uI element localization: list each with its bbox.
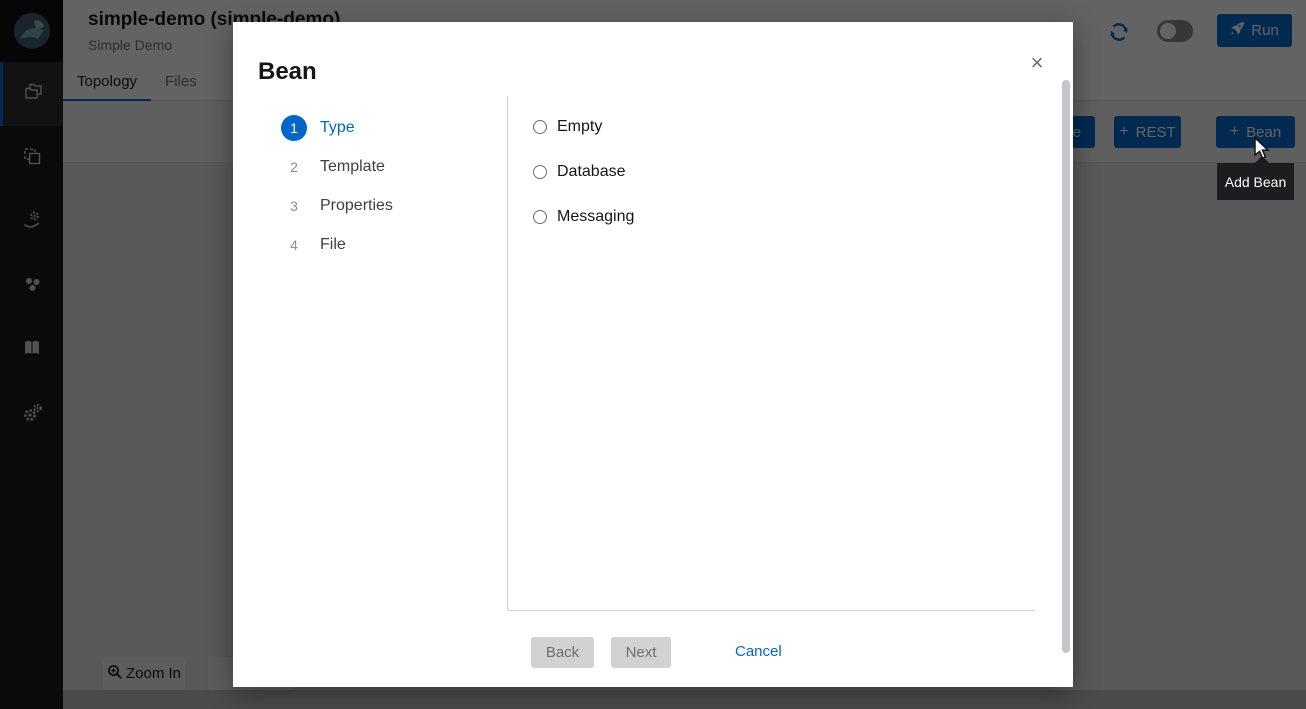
step-number: 3 — [281, 193, 307, 219]
radio-icon[interactable] — [533, 210, 547, 224]
wizard-step-type[interactable]: 1 Type — [233, 115, 507, 141]
step-label: Type — [320, 119, 355, 137]
footer-divider — [508, 610, 1035, 611]
step-number: 2 — [281, 154, 307, 180]
wizard-step-template[interactable]: 2 Template — [233, 154, 507, 180]
next-button[interactable]: Next — [611, 637, 671, 668]
wizard-step-file[interactable]: 4 File — [233, 232, 507, 258]
wizard-steps-nav: 1 Type 2 Template 3 Properties 4 File — [233, 96, 508, 610]
radio-option-messaging[interactable]: Messaging — [533, 204, 1073, 230]
radio-icon[interactable] — [533, 165, 547, 179]
bean-wizard-modal: Bean × 1 Type 2 Template 3 Properties 4 — [233, 22, 1073, 687]
radio-option-empty[interactable]: Empty — [533, 114, 1073, 140]
step-label: Properties — [320, 197, 393, 215]
step-number: 4 — [281, 232, 307, 258]
back-button[interactable]: Back — [531, 637, 594, 668]
radio-option-database[interactable]: Database — [533, 159, 1073, 185]
add-bean-tooltip: Add Bean — [1217, 163, 1294, 200]
modal-title: Bean — [258, 58, 317, 86]
radio-label: Messaging — [557, 208, 634, 226]
wizard-step-properties[interactable]: 3 Properties — [233, 193, 507, 219]
radio-label: Database — [557, 163, 626, 181]
cancel-button[interactable]: Cancel — [735, 643, 782, 660]
wizard-footer: Back Next Cancel — [233, 637, 1073, 687]
step-label: Template — [320, 158, 385, 176]
tooltip-text: Add Bean — [1225, 174, 1287, 190]
radio-label: Empty — [557, 118, 602, 136]
wizard-body: 1 Type 2 Template 3 Properties 4 File — [233, 96, 1073, 610]
screen: simple-demo (simple-demo) Simple Demo — [0, 0, 1306, 709]
close-icon[interactable]: × — [1023, 49, 1051, 77]
step-number: 1 — [281, 115, 307, 141]
step-label: File — [320, 236, 346, 254]
modal-scrollbar[interactable] — [1062, 80, 1070, 653]
mouse-cursor-icon — [1253, 137, 1273, 166]
wizard-content: Empty Database Messaging — [508, 96, 1073, 610]
radio-icon[interactable] — [533, 120, 547, 134]
